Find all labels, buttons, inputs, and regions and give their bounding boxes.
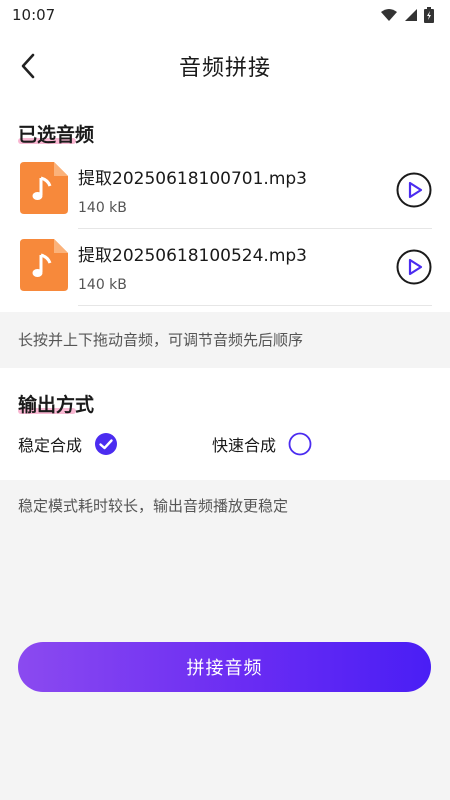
signal-icon (405, 9, 417, 21)
play-button[interactable] (396, 249, 432, 285)
selected-audio-section: 已选音频 提取20250618100701.mp3 140 kB 提取20250… (0, 102, 450, 312)
output-hint: 稳定模式耗时较长，输出音频播放更稳定 (18, 497, 289, 515)
selected-audio-title: 已选音频 (18, 124, 95, 146)
battery-icon (424, 7, 434, 23)
page-title: 音频拼接 (178, 56, 271, 81)
audio-list-item[interactable]: 提取20250618100524.mp3 140 kB (0, 229, 450, 305)
unchecked-radio-icon (288, 432, 312, 456)
audio-file-name: 提取20250618100524.mp3 (78, 246, 307, 266)
option-fast-label: 快速合成 (212, 436, 277, 455)
audio-file-name: 提取20250618100701.mp3 (78, 169, 307, 189)
audio-file-icon (20, 162, 68, 214)
reorder-hint: 长按并上下拖动音频，可调节音频先后顺序 (18, 331, 304, 349)
reorder-hint-bar: 长按并上下拖动音频，可调节音频先后顺序 (0, 312, 450, 368)
merge-audio-button[interactable]: 拼接音频 (18, 642, 431, 692)
audio-file-size: 140 kB (78, 200, 127, 216)
checked-radio-icon (95, 433, 118, 455)
audio-file-icon (20, 239, 68, 291)
option-fast[interactable]: 快速合成 (212, 432, 312, 456)
output-method-title: 输出方式 (18, 394, 95, 416)
divider (78, 305, 432, 306)
output-method-section: 输出方式 稳定合成 快速合成 (0, 368, 450, 480)
option-stable-label: 稳定合成 (18, 436, 83, 455)
status-icons (380, 7, 434, 23)
option-stable[interactable]: 稳定合成 (18, 432, 118, 456)
audio-list-item[interactable]: 提取20250618100701.mp3 140 kB (0, 152, 450, 228)
audio-file-size: 140 kB (78, 277, 127, 293)
wifi-icon (381, 9, 397, 21)
status-time: 10:07 (12, 6, 56, 24)
play-button[interactable] (396, 172, 432, 208)
header: 音频拼接 (0, 30, 450, 102)
status-bar: 10:07 (0, 0, 450, 30)
